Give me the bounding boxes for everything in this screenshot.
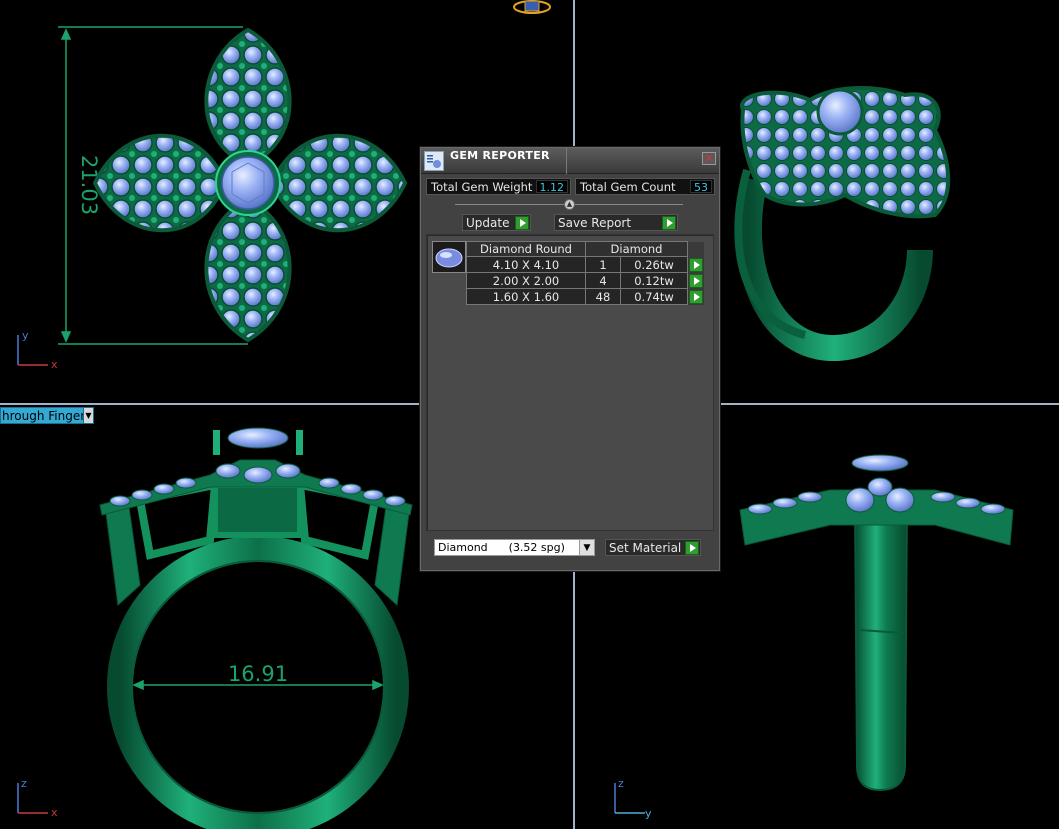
material-value: Diamond (3.52 spg) <box>438 541 565 554</box>
chevron-down-icon[interactable]: ▼ <box>579 540 594 555</box>
panel-title: GEM REPORTER <box>450 149 550 162</box>
center-diamond <box>221 156 275 210</box>
select-row-icon[interactable] <box>689 273 703 288</box>
total-gem-count: Total Gem Count 53 <box>575 178 715 195</box>
table-row[interactable]: 1.60 X 1.60 48 0.74tw <box>466 288 704 305</box>
gem-size: 2.00 X 2.00 <box>466 272 586 289</box>
gem-size: 1.60 X 1.60 <box>466 288 586 305</box>
table-row[interactable]: 2.00 X 2.00 4 0.12tw <box>466 272 704 289</box>
gem-count: 48 <box>585 288 621 305</box>
viewcube-icon[interactable] <box>512 0 552 16</box>
y-axis-label: y <box>22 329 29 342</box>
play-arrow-icon <box>662 215 676 230</box>
total-gem-weight-value: 1.12 <box>535 180 568 194</box>
collapse-toggle-icon[interactable]: ▲ <box>564 199 575 210</box>
y-axis-label: y <box>645 807 652 820</box>
set-material-button[interactable]: Set Material <box>605 539 701 556</box>
gem-list[interactable]: Diamond Round Diamond 4.10 X 4.10 1 0.26… <box>426 234 714 531</box>
x-axis-label: x <box>51 358 58 371</box>
z-axis-label: z <box>21 777 27 790</box>
diamond-round-icon[interactable] <box>432 241 466 273</box>
chevron-down-icon[interactable]: ▼ <box>83 408 93 423</box>
update-button[interactable]: Update <box>462 214 531 231</box>
select-row-icon[interactable] <box>689 257 703 272</box>
view-mode-label: hrough Finger <box>2 408 83 423</box>
gem-weight: 0.26tw <box>620 256 688 273</box>
z-axis-label: z <box>618 777 624 790</box>
total-gem-count-value: 53 <box>690 180 712 194</box>
material-select[interactable]: Diamond (3.52 spg) ▼ <box>434 539 595 556</box>
gem-count: 1 <box>585 256 621 273</box>
axis-gizmo-bl: z x <box>17 777 58 819</box>
column-header: Diamond Round <box>466 241 586 257</box>
total-gem-weight: Total Gem Weight 1.12 <box>426 178 571 195</box>
center-diamond-persp <box>816 88 864 136</box>
inner-diameter-label: 16.91 <box>228 662 288 686</box>
gem-weight: 0.12tw <box>620 272 688 289</box>
axis-gizmo-tl: y x <box>17 329 58 371</box>
save-report-label: Save Report <box>558 215 632 230</box>
gem-table: Diamond Round Diamond 4.10 X 4.10 1 0.26… <box>466 241 704 305</box>
gem-reporter-panel: GEM REPORTER ✕ Total Gem Weight 1.12 Tot… <box>420 147 720 571</box>
set-material-label: Set Material <box>609 540 682 555</box>
axis-gizmo-br: z y <box>614 777 652 820</box>
gem-count: 4 <box>585 272 621 289</box>
column-header: Diamond <box>585 241 688 257</box>
update-label: Update <box>466 215 510 230</box>
close-icon[interactable]: ✕ <box>702 152 716 165</box>
panel-titlebar[interactable]: GEM REPORTER ✕ <box>421 148 719 174</box>
view-mode-dropdown[interactable]: hrough Finger ▼ <box>0 407 94 424</box>
total-gem-weight-label: Total Gem Weight <box>431 179 533 194</box>
x-axis-label: x <box>51 806 58 819</box>
gem-size: 4.10 X 4.10 <box>466 256 586 273</box>
play-arrow-icon <box>515 215 529 230</box>
total-gem-count-label: Total Gem Count <box>580 179 676 194</box>
table-row[interactable]: 4.10 X 4.10 1 0.26tw <box>466 256 704 273</box>
play-arrow-icon <box>685 540 699 555</box>
gem-reporter-icon <box>424 151 444 171</box>
gem-weight: 0.74tw <box>620 288 688 305</box>
save-report-button[interactable]: Save Report <box>554 214 678 231</box>
select-row-icon[interactable] <box>689 289 703 304</box>
